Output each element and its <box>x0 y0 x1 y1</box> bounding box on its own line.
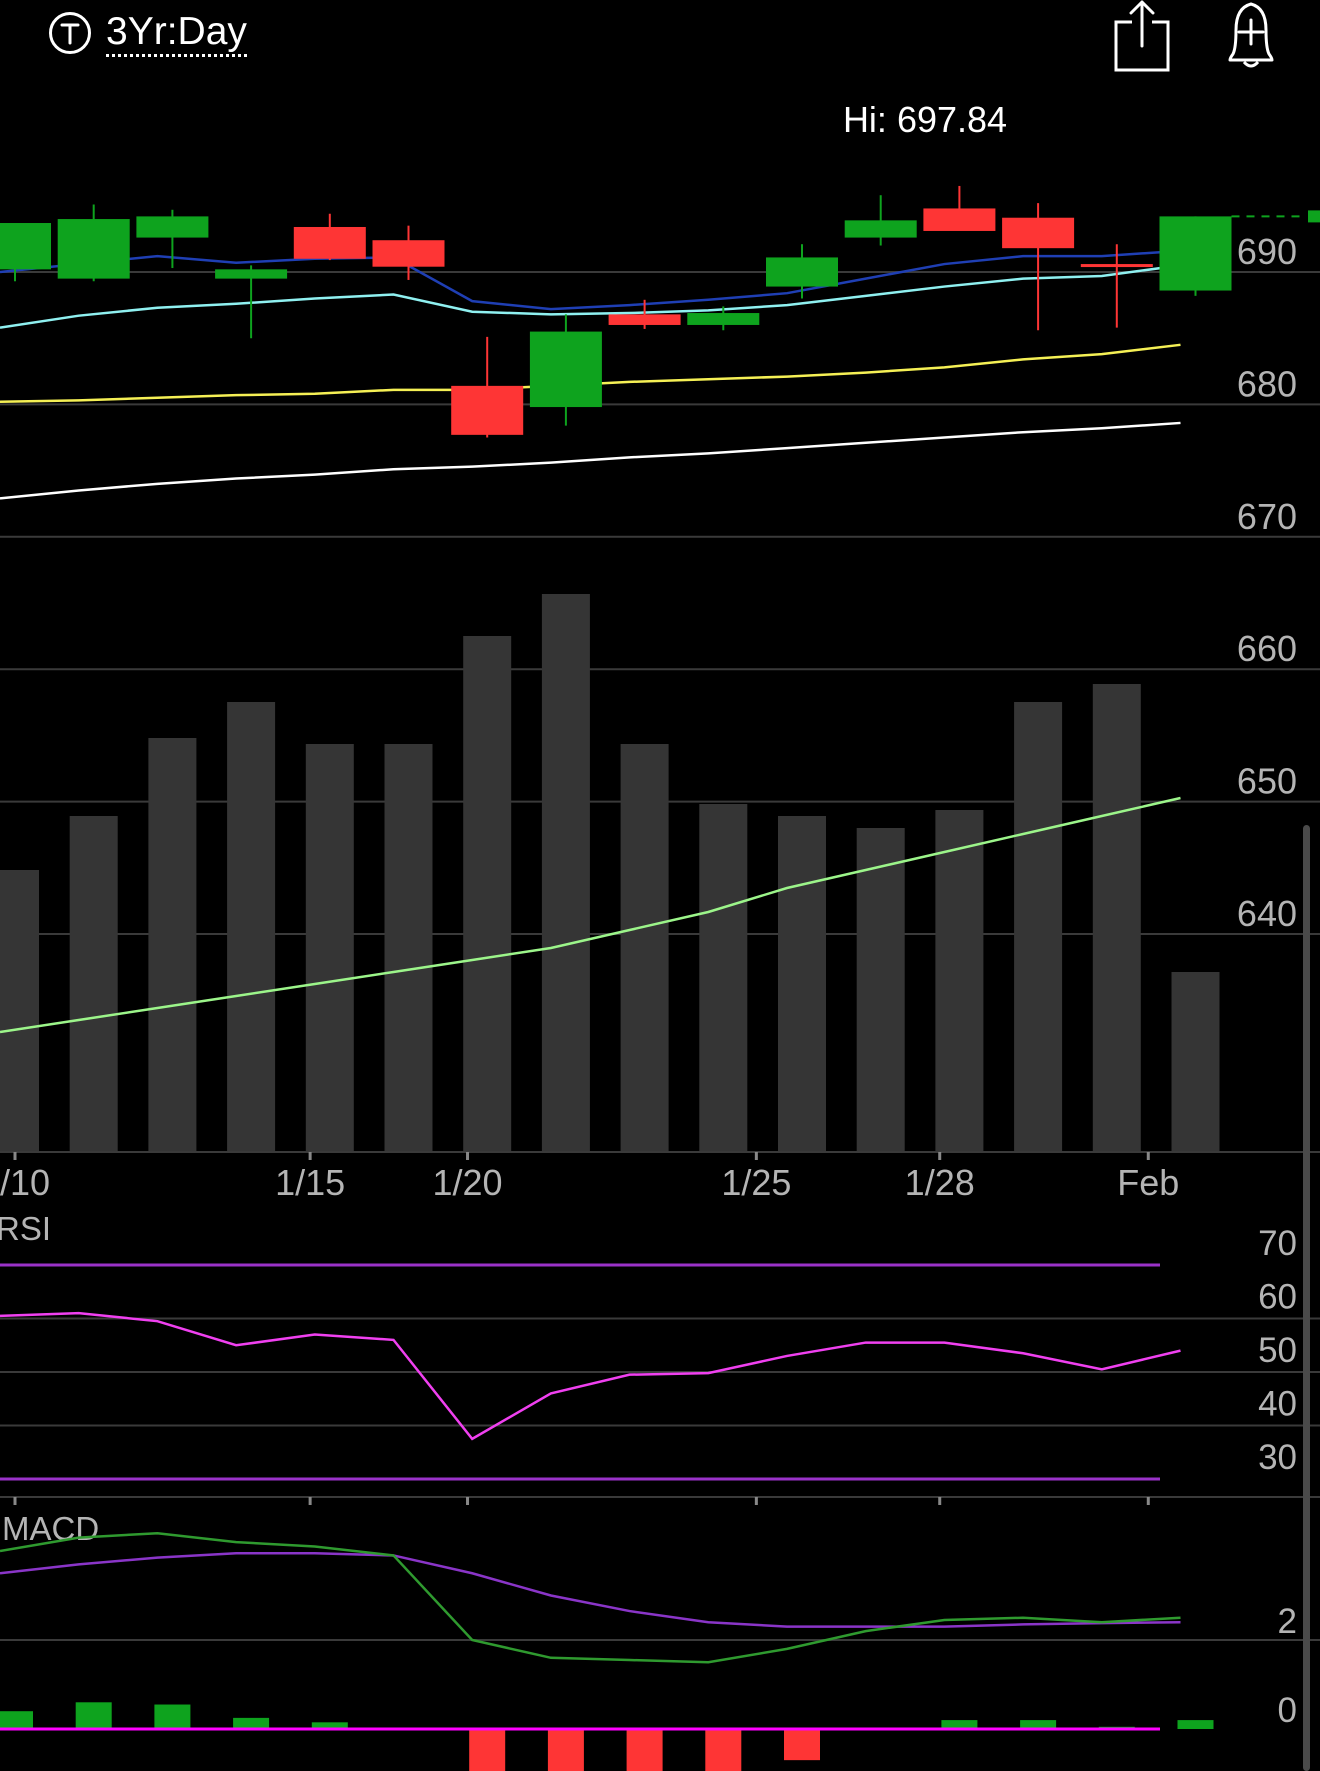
macd-histogram-bar <box>1177 1720 1214 1729</box>
add-alert-bell-icon[interactable] <box>1220 0 1282 77</box>
volume-bar <box>1171 972 1220 1152</box>
candle-body <box>529 331 602 408</box>
x-tick-label: 1/20 <box>432 1162 502 1203</box>
volume-bar <box>778 816 826 1152</box>
candle-body <box>608 314 681 325</box>
candle-body <box>215 269 288 279</box>
candle-body <box>1159 216 1232 291</box>
candle-body <box>923 208 996 231</box>
macd-histogram-bar <box>75 1702 112 1729</box>
volume-bar <box>384 744 433 1152</box>
price-tick-label: 670 <box>1237 496 1297 537</box>
volume-bar <box>148 738 197 1152</box>
rsi-tick-label: 60 <box>1258 1278 1297 1317</box>
volume-bar <box>935 810 984 1152</box>
ticker-toggle-icon[interactable] <box>48 11 92 60</box>
x-tick-label: Feb <box>1117 1162 1179 1203</box>
rsi-tick-label: 40 <box>1258 1385 1297 1424</box>
rsi-tick-label: 30 <box>1258 1438 1297 1477</box>
x-tick-label: 1/25 <box>721 1162 791 1203</box>
price-tick-label: 660 <box>1237 628 1297 669</box>
share-icon[interactable] <box>1112 0 1172 79</box>
macd-histogram-bar <box>0 1711 33 1729</box>
macd-histogram-bar <box>626 1729 663 1771</box>
moving-average-line <box>0 264 1181 329</box>
candle-body <box>372 240 445 267</box>
rsi-tick-label: 50 <box>1258 1331 1297 1370</box>
candle-body <box>844 220 917 238</box>
volume-bar <box>227 702 276 1152</box>
macd-histogram-bar <box>705 1729 742 1771</box>
vertical-scrollbar[interactable] <box>1303 825 1310 1771</box>
candle-body <box>136 216 209 238</box>
moving-average-line <box>0 421 1181 500</box>
volume-bar <box>699 804 748 1152</box>
macd-signal-line <box>0 1551 1181 1628</box>
macd-histogram-bar <box>547 1729 584 1771</box>
macd-histogram-bar <box>469 1729 506 1771</box>
candle-body <box>451 385 524 435</box>
price-tick-label: 690 <box>1237 231 1297 272</box>
rsi-tick-label: 70 <box>1258 1224 1297 1263</box>
chart-canvas[interactable]: 690 680 670 660 650 640 Hi: 697.84 1/10 1/15 1/20… <box>0 0 1320 1771</box>
volume-bar <box>463 636 512 1152</box>
candle-body <box>1080 264 1153 268</box>
candle-body <box>766 257 838 287</box>
candle-body <box>687 313 760 325</box>
candle-body <box>293 226 366 259</box>
volume-bar <box>1092 684 1141 1152</box>
volume-bar <box>856 828 905 1152</box>
volume-bar <box>620 744 669 1152</box>
x-tick-label: 1/28 <box>905 1162 975 1203</box>
price-tick-label: 640 <box>1237 893 1297 934</box>
volume-bar <box>69 816 118 1152</box>
price-tick-label: 680 <box>1237 363 1297 404</box>
rsi-title: RSI <box>0 1210 51 1247</box>
macd-histogram-bar <box>233 1717 270 1729</box>
high-price-label: Hi: 697.84 <box>843 99 1007 140</box>
macd-histogram-bar <box>784 1729 820 1761</box>
volume-bar <box>0 870 39 1152</box>
candle-body <box>0 223 51 270</box>
rsi-line <box>0 1311 1181 1441</box>
macd-histogram-bar <box>154 1704 191 1729</box>
macd-tick-label: 2 <box>1278 1602 1297 1641</box>
volume-bar <box>541 594 590 1152</box>
x-tick-label: 1/15 <box>275 1162 345 1203</box>
last-price-marker <box>1308 210 1320 223</box>
volume-bar <box>1014 702 1063 1152</box>
x-tick-label: 1/10 <box>0 1162 50 1203</box>
macd-line <box>0 1531 1181 1664</box>
price-tick-label: 650 <box>1237 761 1297 802</box>
range-selector[interactable]: 3Yr:Day <box>106 10 247 57</box>
macd-tick-label: 0 <box>1278 1691 1297 1730</box>
candle-body <box>1002 217 1075 249</box>
candle-body <box>57 219 130 279</box>
volume-bar <box>305 744 354 1152</box>
